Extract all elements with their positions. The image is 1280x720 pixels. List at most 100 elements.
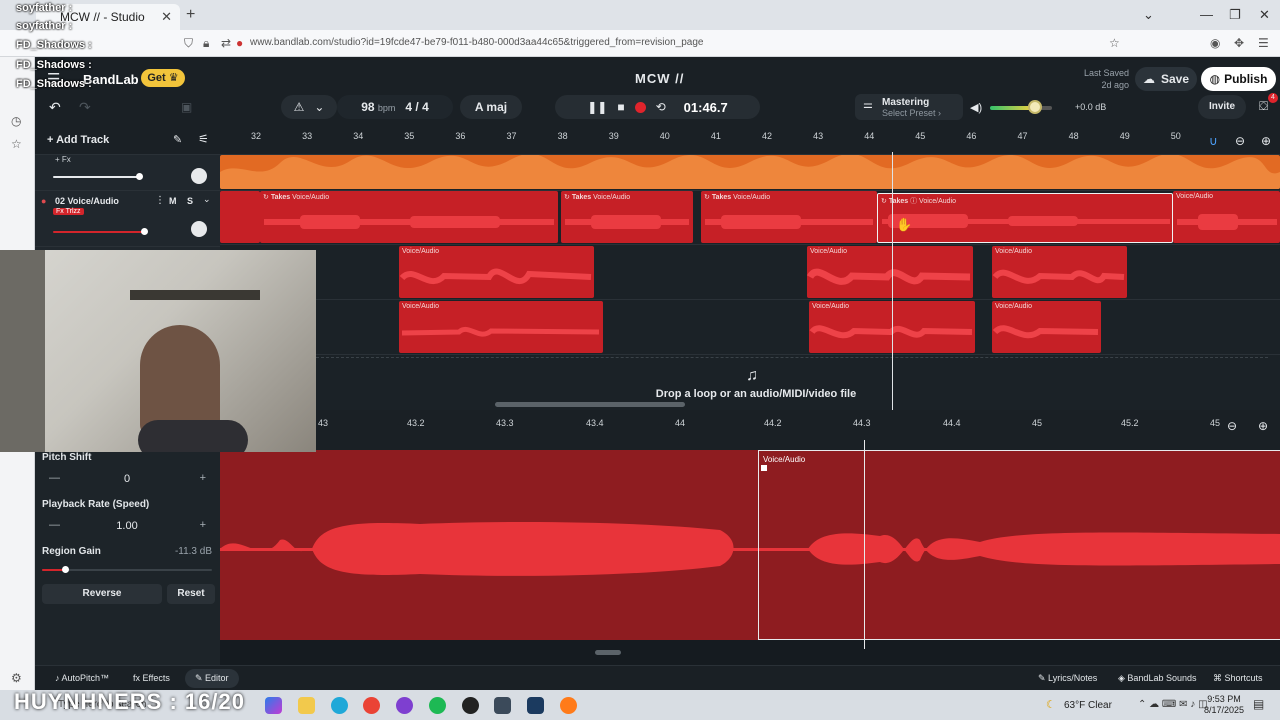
master-volume-handle[interactable] [1028,100,1042,114]
pause-icon[interactable]: ❚❚ [587,100,607,114]
voice-take-clip-0[interactable] [220,191,260,243]
autopitch-button[interactable]: ♪ AutoPitch™ [55,673,109,683]
reverse-button[interactable]: Reverse [42,584,162,604]
editor-zoom-in-icon[interactable]: ⊕ [1258,419,1268,433]
extensions-icon[interactable]: ✥ [1234,36,1244,50]
invite-button[interactable]: Invite [1198,95,1246,119]
track-01-region[interactable] [220,155,1280,189]
editor-button[interactable]: ✎ Editor [185,669,239,688]
snap-magnet-icon[interactable]: ∪ [1209,134,1218,148]
voice-take-clip-2[interactable]: ↻ Takes Voice/Audio [561,191,693,243]
track-volume-handle-01[interactable] [136,173,143,180]
notifications-icon[interactable]: ▤ [1253,697,1264,711]
tempo-control[interactable]: 98 bpm 4 / 4 [337,95,453,119]
project-title[interactable]: MCW // [635,71,684,86]
url-input[interactable]: www.bandlab.com/studio?id=19fcde47-be79-… [250,37,703,48]
chrome-browser-icon[interactable] [363,697,380,714]
minimize-icon[interactable]: — [1200,7,1213,22]
editor-zoom-out-icon[interactable]: ⊖ [1227,419,1237,433]
metronome-button[interactable]: ⚠ ⌄ [281,95,337,119]
track-options-icon[interactable]: ⋮ [155,195,165,206]
new-tab-icon[interactable]: + [186,6,195,24]
timeline-scrollbar[interactable] [495,402,685,407]
voice-clip-lane4-3[interactable]: Voice/Audio [992,301,1101,353]
tray-icons[interactable]: ⌃ ☁ ⌨ ✉ ♪ ◫ [1138,699,1208,710]
undo-icon[interactable]: ↶ [49,99,61,116]
track-volume-01[interactable] [53,176,138,178]
voice-take-clip-1[interactable]: ↻ Takes Voice/Audio [260,191,558,243]
drop-zone[interactable]: ♫ Drop a loop or an audio/MIDI/video fil… [316,357,1268,409]
bookmark-star-icon[interactable]: ☆ [1109,36,1120,50]
save-button[interactable]: ☁ Save [1135,67,1197,91]
pan-knob-02[interactable] [191,221,207,237]
voice-take-clip-5[interactable]: Voice/Audio [1173,191,1280,243]
increment-icon[interactable]: + [200,519,206,531]
editor-region-selection[interactable]: Voice/Audio [758,450,1280,640]
solo-button[interactable]: S [187,196,193,206]
shortcuts-button[interactable]: ⌘ Shortcuts [1213,673,1263,684]
weather-text[interactable]: 63°F Clear [1064,700,1112,711]
zoom-in-icon[interactable]: ⊕ [1261,134,1271,148]
editor-waveform-area[interactable]: Voice/Audio [220,450,1280,640]
fx-button-01[interactable]: + Fx [55,155,71,164]
pitch-shift-stepper[interactable]: — 0 + [42,470,212,490]
expand-chevron-icon[interactable]: ⌄ [203,194,211,205]
pan-knob-01[interactable] [191,168,207,184]
playback-rate-stepper[interactable]: — 1.00 + [42,517,212,537]
tuner-icon[interactable]: ▣ [181,100,192,114]
permissions-icon[interactable]: ⇄ [221,36,231,50]
history-icon[interactable]: ◷ [11,114,21,128]
editor-playhead[interactable] [864,440,865,649]
close-tab-icon[interactable]: ✕ [161,9,172,25]
lyrics-notes-button[interactable]: ✎ Lyrics/Notes [1038,673,1097,684]
bandlab-sounds-button[interactable]: ◈ BandLab Sounds [1118,673,1196,684]
microphone-icon[interactable]: ● [236,36,243,50]
gift-icon[interactable]: ⛋ [1259,99,1268,114]
track-name-02[interactable]: 02 Voice/Audio [55,196,119,206]
copilot-app-icon[interactable] [265,697,282,714]
stop-icon[interactable]: ■ [617,100,624,114]
get-membership-button[interactable]: Get ♛ [141,69,185,87]
taskbar-clock[interactable]: 9:53 PM 8/17/2025 [1204,694,1244,716]
editor-ruler[interactable]: 43 43.2 43.3 43.4 44 44.2 44.3 44.4 45 45.2 45 [316,410,1280,450]
region-handle[interactable] [761,465,767,471]
close-window-icon[interactable]: ✕ [1259,7,1270,23]
account-icon[interactable]: ◉ [1210,36,1220,50]
voice-take-clip-3[interactable]: ↻ Takes Voice/Audio [701,191,877,243]
chatgpt-icon[interactable] [462,697,479,714]
file-explorer-icon[interactable] [298,697,315,714]
terminal-icon[interactable] [494,697,511,714]
publish-button[interactable]: ◍ Publish [1201,67,1276,91]
obs-icon[interactable] [396,697,413,714]
speaker-icon[interactable]: ◀) [970,101,982,114]
add-track-button[interactable]: + Add Track [47,134,109,146]
firefox-icon[interactable] [560,697,577,714]
track-row-01[interactable]: + Fx [35,155,220,191]
track-volume-handle-02[interactable] [141,228,148,235]
mixer-icon[interactable]: ⚟ [198,132,209,146]
key-button[interactable]: A maj [460,95,522,119]
pencil-tool-icon[interactable]: ✎ [173,133,182,146]
bpm-value[interactable]: 98 [361,100,374,114]
mute-button[interactable]: M [169,196,177,206]
reset-button[interactable]: Reset [167,584,215,604]
loop-icon[interactable]: ⟲ [656,100,666,114]
zoom-out-icon[interactable]: ⊖ [1235,134,1245,148]
master-volume-slider[interactable] [990,106,1052,110]
record-icon[interactable] [634,101,646,113]
voice-clip-lane3-3[interactable]: Voice/Audio [992,246,1127,298]
timeline-ruler[interactable]: 32 33 34 35 36 37 38 39 40 41 42 43 44 45 46 47 48 49 50 [220,125,1280,155]
voice-clip-lane4-1[interactable]: Voice/Audio [399,301,603,353]
edge-browser-icon[interactable] [331,697,348,714]
voice-clip-lane3-1[interactable]: Voice/Audio [399,246,594,298]
settings-icon[interactable]: ⚙ [11,671,22,685]
spotify-icon[interactable] [429,697,446,714]
menu-icon[interactable]: ☰ [1258,36,1269,50]
time-signature[interactable]: 4 / 4 [405,100,428,114]
lock-icon[interactable]: 🔒︎ [203,36,209,51]
fx-button-02[interactable]: Fx Trlzz [53,208,84,215]
steam-icon[interactable] [527,697,544,714]
mastering-button[interactable]: ⚌ Mastering Select Preset › [855,94,963,120]
shield-icon[interactable]: ⛉ [184,36,193,51]
record-arm-icon[interactable]: ● [41,196,46,206]
